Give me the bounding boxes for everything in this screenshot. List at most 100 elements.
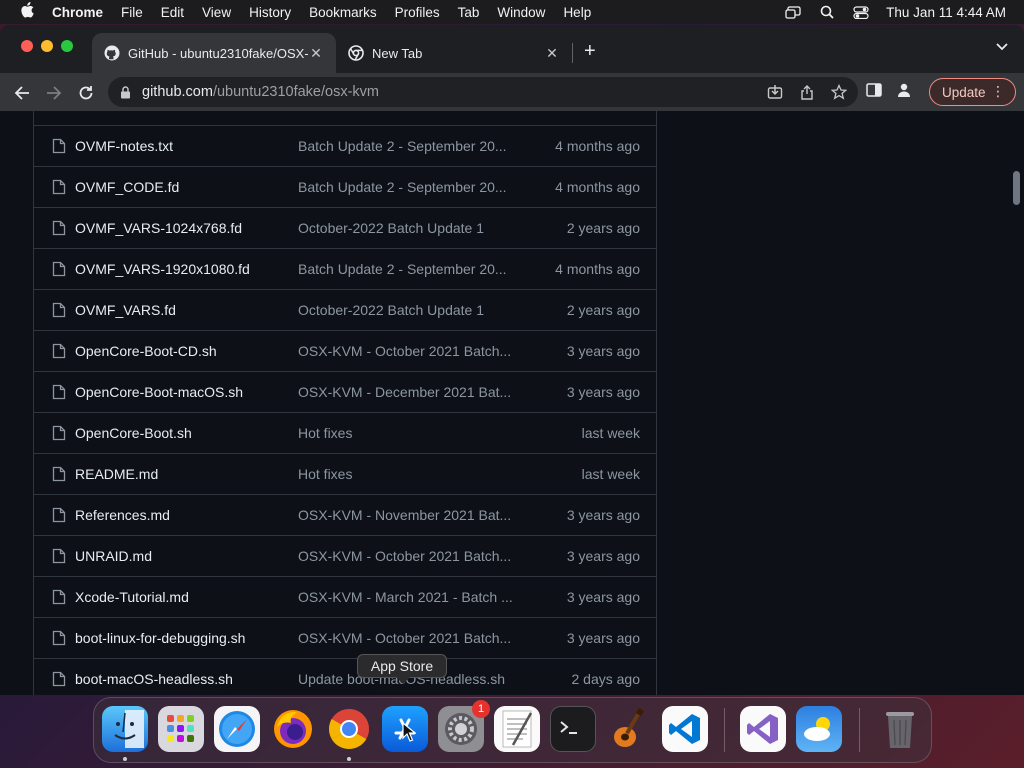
vscode-icon[interactable] [662,706,708,752]
share-icon[interactable] [798,83,816,101]
more-menu-icon[interactable]: ⋮ [991,83,1005,100]
menu-app-name[interactable]: Chrome [52,5,103,20]
menu-window[interactable]: Window [497,5,545,20]
file-name-link[interactable]: OpenCore-Boot.sh [75,425,192,441]
menu-help[interactable]: Help [563,5,591,20]
file-name-link[interactable]: UNRAID.md [75,548,152,564]
file-row[interactable]: OpenCore-Boot.sh Hot fixes last week [34,412,656,453]
file-row[interactable]: boot-macOS-headless.sh Update boot-macOS-… [34,658,656,695]
menu-tab[interactable]: Tab [458,5,480,20]
file-name-link[interactable]: Xcode-Tutorial.md [75,589,189,605]
close-window-button[interactable] [21,40,33,52]
reload-icon[interactable] [76,83,96,103]
garageband-icon[interactable] [606,706,652,752]
back-arrow-icon[interactable] [12,83,32,103]
visual-studio-icon[interactable] [740,706,786,752]
page-scrollbar[interactable] [1010,111,1022,695]
screen-mirroring-icon[interactable] [784,5,802,19]
minimize-window-button[interactable] [41,40,53,52]
file-name-link[interactable]: OpenCore-Boot-macOS.sh [75,384,243,400]
firefox-icon[interactable] [270,706,316,752]
menu-bookmarks[interactable]: Bookmarks [309,5,377,20]
file-name-link[interactable]: boot-linux-for-debugging.sh [75,630,245,646]
commit-date: 3 years ago [566,548,640,564]
commit-message-link[interactable]: OSX-KVM - October 2021 Batch... [298,630,511,646]
menu-file[interactable]: File [121,5,143,20]
file-row[interactable]: UNRAID.md OSX-KVM - October 2021 Batch...… [34,535,656,576]
commit-message-link[interactable]: OSX-KVM - October 2021 Batch... [298,343,511,359]
file-row[interactable]: References.md OSX-KVM - November 2021 Bat… [34,494,656,535]
finder-icon[interactable] [102,706,148,752]
bookmark-star-icon[interactable] [830,83,848,101]
file-row[interactable]: OVMF_VARS-1024x768.fd October-2022 Batch … [34,207,656,248]
spotlight-search-icon[interactable] [818,5,836,19]
zoom-window-button[interactable] [61,40,73,52]
scrollbar-thumb[interactable] [1013,171,1020,205]
profile-avatar-icon[interactable] [896,82,912,103]
url-host: github.com [142,84,213,100]
file-icon [52,507,66,523]
terminal-icon[interactable] [550,706,596,752]
apple-menu-icon[interactable] [12,2,42,22]
file-row[interactable]: OVMF_VARS-1920x1080.fd Batch Update 2 - S… [34,248,656,289]
menu-history[interactable]: History [249,5,291,20]
system-settings-icon[interactable]: 1 [438,700,490,752]
file-row[interactable]: OVMF_CODE.fd Batch Update 2 - September 2… [34,166,656,207]
commit-message-link[interactable]: OSX-KVM - March 2021 - Batch ... [298,589,513,605]
textedit-icon[interactable] [494,706,540,752]
dock-separator [859,708,860,752]
file-name-link[interactable]: OVMF-notes.txt [75,138,173,154]
commit-message-link[interactable]: Batch Update 2 - September 20... [298,138,507,154]
tab-strip: GitHub - ubuntu2310fake/OSX-KVM ✕ New Ta… [0,25,1024,73]
commit-message-link[interactable]: Hot fixes [298,466,352,482]
install-app-icon[interactable] [766,83,784,101]
commit-date: last week [581,425,640,441]
update-chrome-button[interactable]: Update ⋮ [929,78,1016,106]
close-tab-icon[interactable]: ✕ [544,45,560,62]
tab-new-tab[interactable]: New Tab ✕ [336,33,572,73]
commit-message-link[interactable]: October-2022 Batch Update 1 [298,302,484,318]
file-row[interactable]: boot-linux-for-debugging.sh OSX-KVM - Oct… [34,617,656,658]
file-name-link[interactable]: OVMF_VARS.fd [75,302,176,318]
menu-profiles[interactable]: Profiles [395,5,440,20]
commit-message-link[interactable]: Hot fixes [298,425,352,441]
file-row[interactable]: OVMF_VARS.fd October-2022 Batch Update 1 2… [34,289,656,330]
menu-edit[interactable]: Edit [161,5,184,20]
commit-message-link[interactable]: OSX-KVM - November 2021 Bat... [298,507,511,523]
chrome-icon[interactable] [326,706,372,752]
tab-github[interactable]: GitHub - ubuntu2310fake/OSX-KVM ✕ [92,33,336,73]
menu-view[interactable]: View [202,5,231,20]
launchpad-icon[interactable] [158,706,204,752]
close-tab-icon[interactable]: ✕ [308,45,324,62]
file-name-link[interactable]: References.md [75,507,170,523]
file-name-link[interactable]: OVMF_CODE.fd [75,179,179,195]
trash-icon[interactable] [877,706,923,752]
commit-message-link[interactable]: Batch Update 2 - September 20... [298,261,507,277]
side-panel-icon[interactable] [866,83,882,102]
weather-icon[interactable] [796,706,842,752]
forward-arrow-icon[interactable] [44,83,64,103]
menubar-clock[interactable]: Thu Jan 11 4:44 AM [886,5,1006,20]
address-bar[interactable]: github.com/ubuntu2310fake/osx-kvm [108,77,858,107]
file-row[interactable]: OpenCore-Boot-macOS.sh OSX-KVM - December… [34,371,656,412]
file-name-link[interactable]: OpenCore-Boot-CD.sh [75,343,217,359]
site-info-lock-icon[interactable] [120,85,132,99]
control-center-icon[interactable] [852,5,870,19]
file-icon [52,302,66,318]
file-row[interactable]: Xcode-Tutorial.md OSX-KVM - March 2021 - … [34,576,656,617]
new-tab-plus-icon[interactable]: + [584,40,596,63]
url-text[interactable]: github.com/ubuntu2310fake/osx-kvm [142,84,379,100]
commit-message-link[interactable]: OSX-KVM - December 2021 Bat... [298,384,511,400]
tab-search-chevron-icon[interactable] [996,40,1008,54]
file-row[interactable]: OpenCore-Boot-CD.sh OSX-KVM - October 202… [34,330,656,371]
file-row[interactable]: OVMF-notes.txt Batch Update 2 - September… [34,125,656,166]
file-name-link[interactable]: OVMF_VARS-1920x1080.fd [75,261,250,277]
file-name-link[interactable]: boot-macOS-headless.sh [75,671,233,687]
file-name-link[interactable]: README.md [75,466,158,482]
file-row[interactable]: README.md Hot fixes last week [34,453,656,494]
file-name-link[interactable]: OVMF_VARS-1024x768.fd [75,220,242,236]
commit-message-link[interactable]: Batch Update 2 - September 20... [298,179,507,195]
safari-icon[interactable] [214,706,260,752]
commit-message-link[interactable]: October-2022 Batch Update 1 [298,220,484,236]
commit-message-link[interactable]: OSX-KVM - October 2021 Batch... [298,548,511,564]
